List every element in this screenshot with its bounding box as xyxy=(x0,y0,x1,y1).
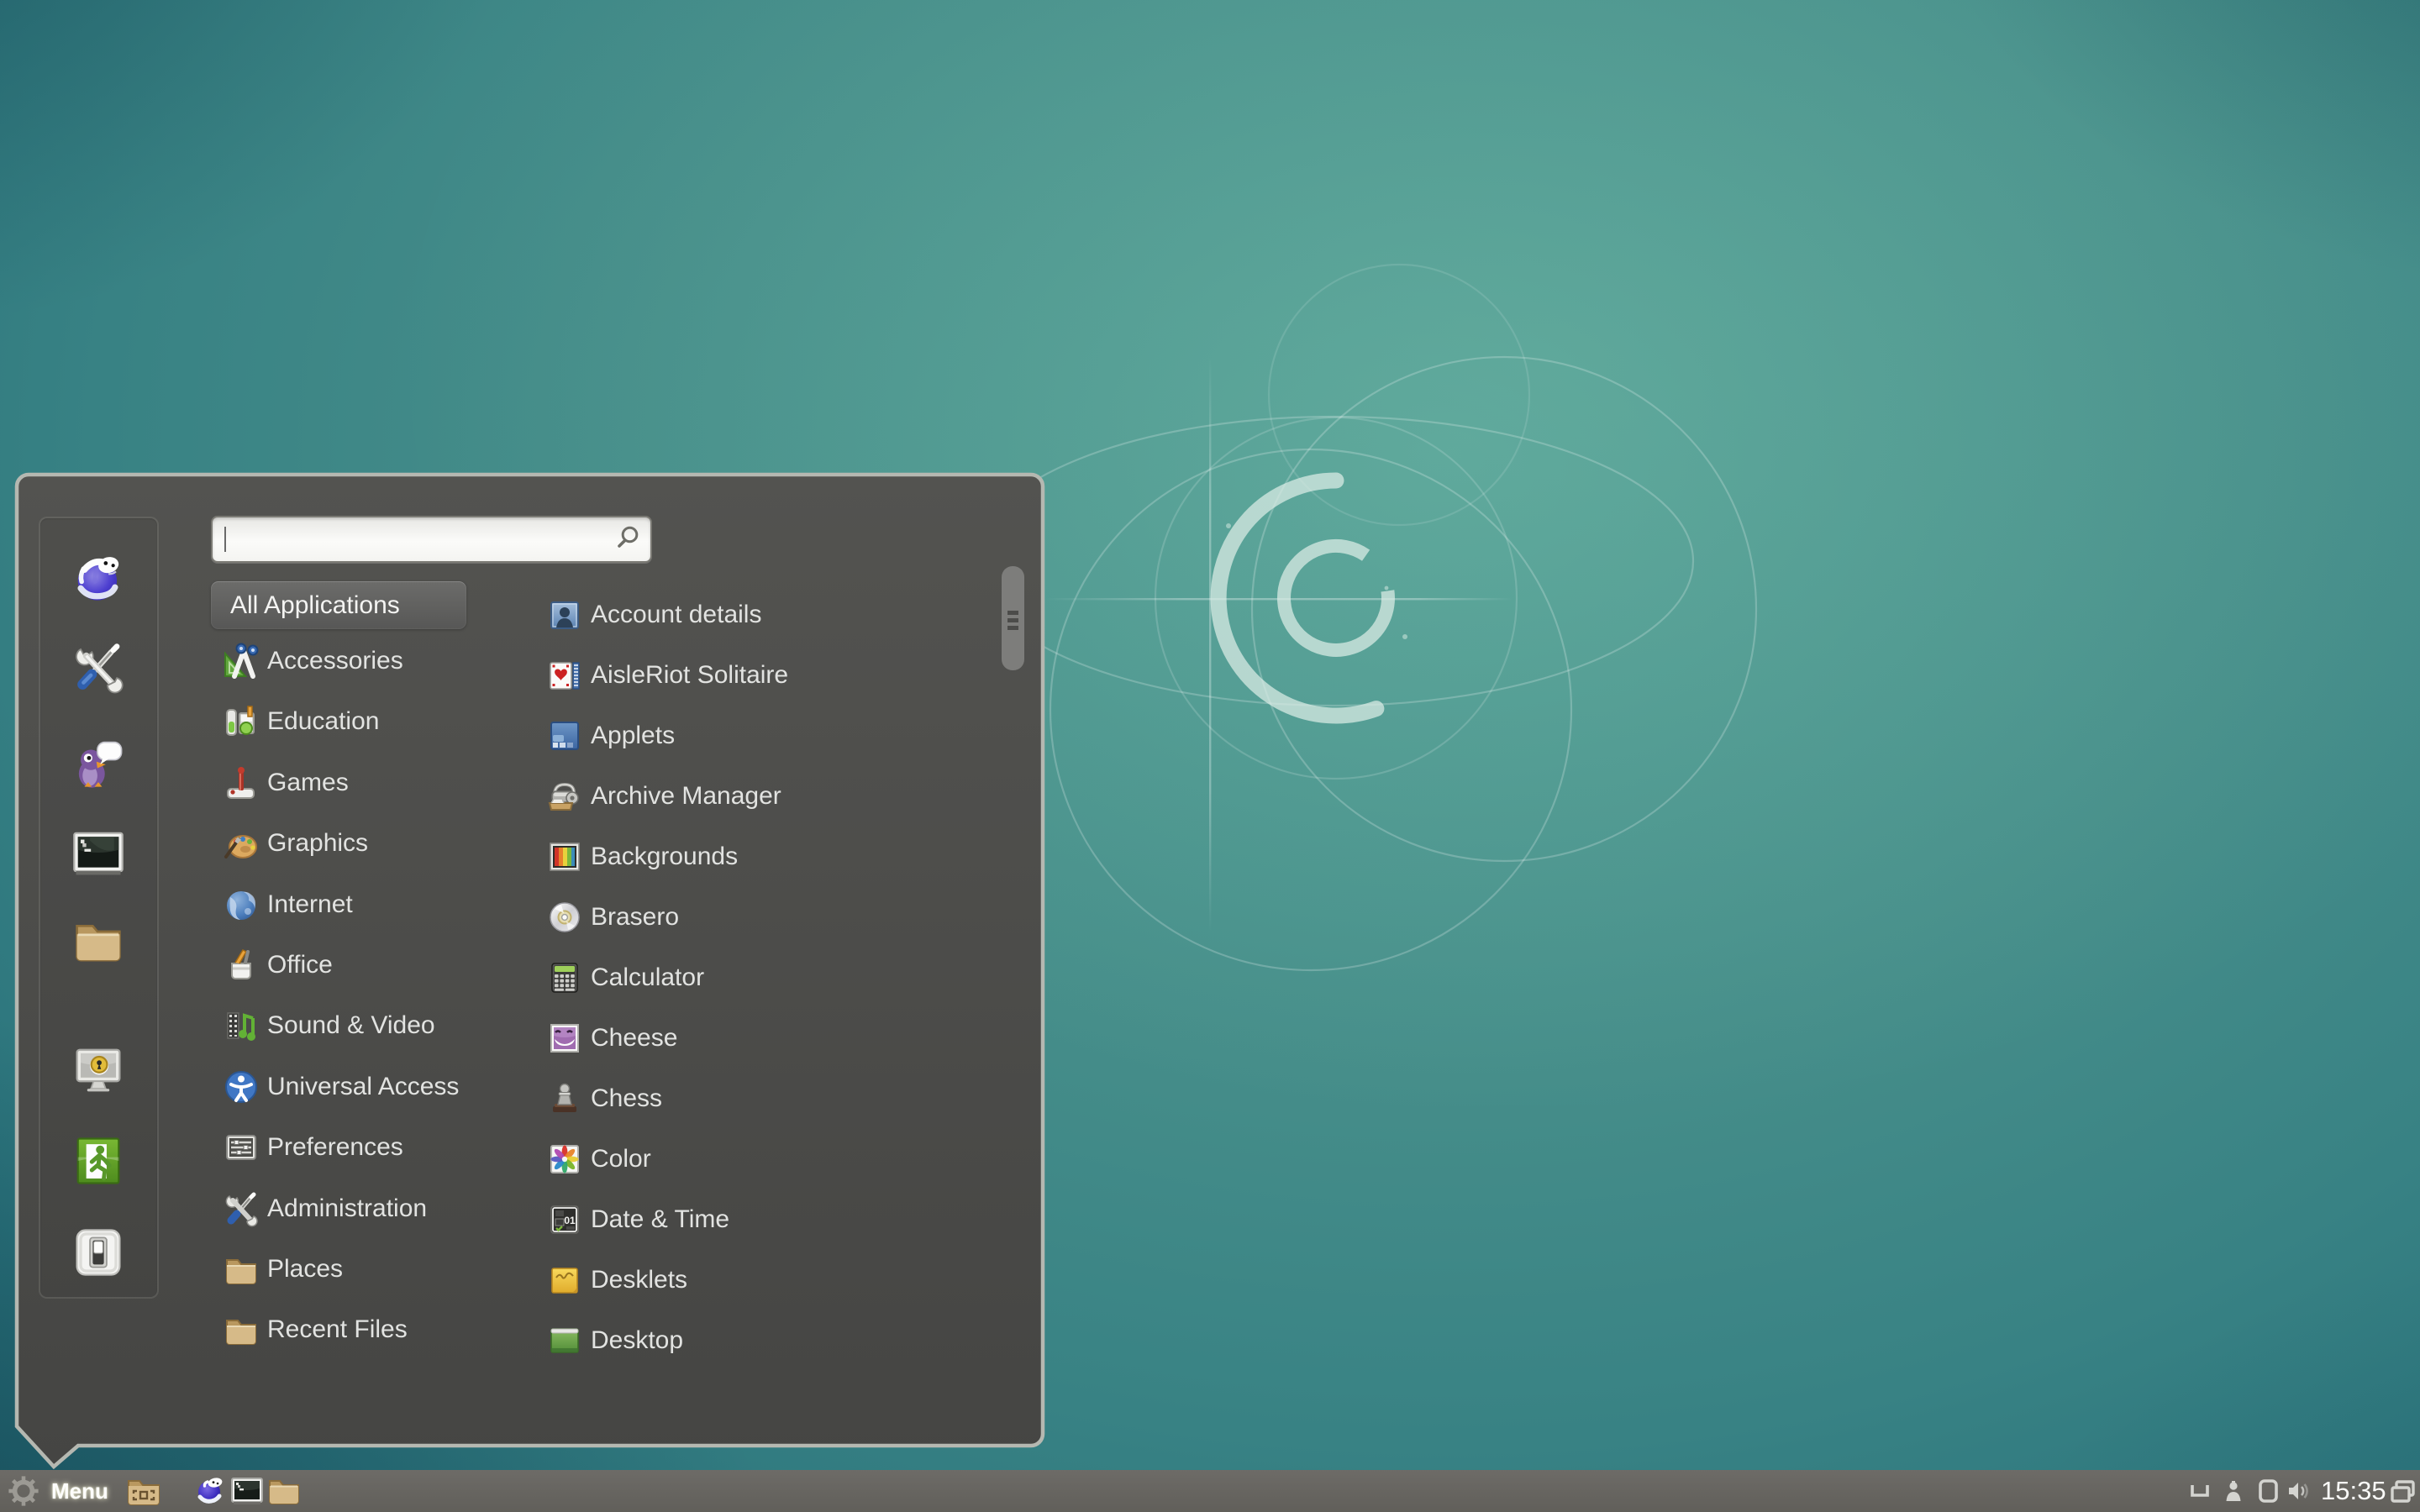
svg-text:01: 01 xyxy=(564,1215,576,1226)
